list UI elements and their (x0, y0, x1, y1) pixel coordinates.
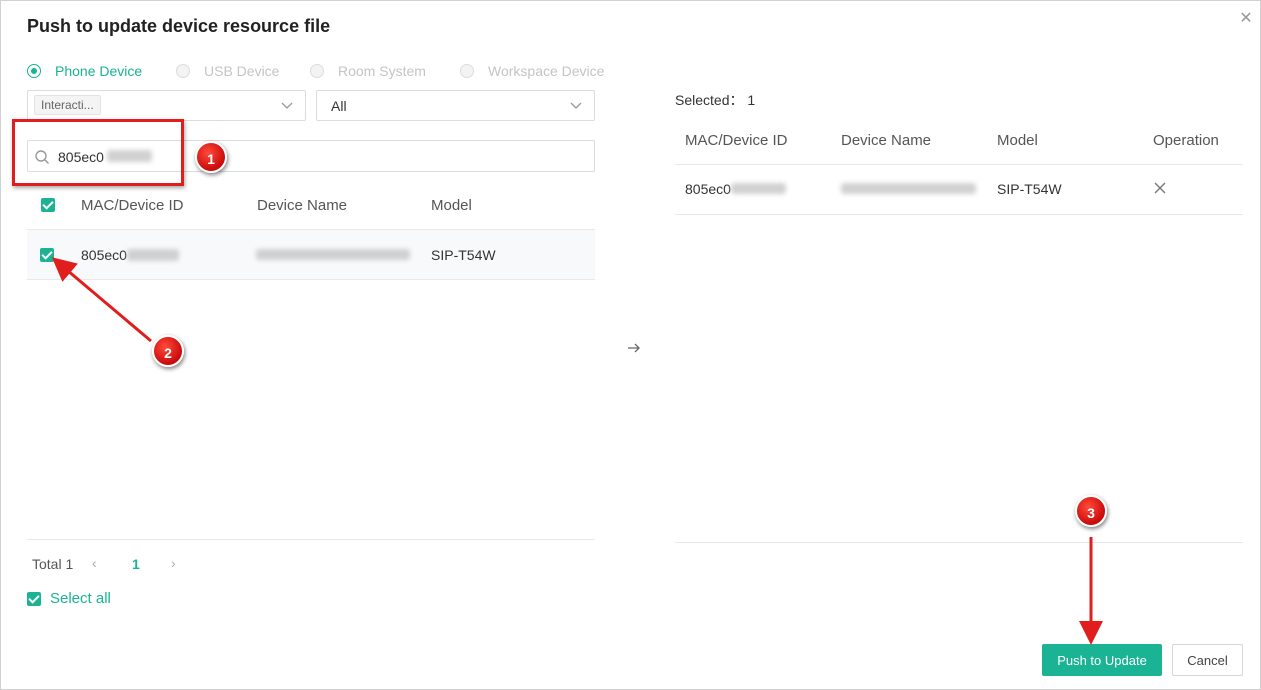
step-badge-3: 3 (1075, 495, 1107, 527)
row-checkbox[interactable] (40, 248, 54, 262)
radio-label: USB Device (204, 63, 280, 79)
push-to-update-button[interactable]: Push to Update (1042, 644, 1162, 676)
divider (675, 214, 1243, 215)
row-model: SIP-T54W (431, 247, 496, 263)
radio-label: Workspace Device (488, 63, 605, 79)
highlight-box-search (12, 119, 184, 186)
chevron-down-icon (281, 102, 293, 109)
col-device-name: Device Name (257, 197, 348, 214)
radio-workspace-device[interactable]: Workspace Device (460, 62, 604, 80)
page-number[interactable]: 1 (132, 556, 140, 572)
model-select-value: All (331, 98, 347, 114)
redacted-mask (127, 249, 179, 261)
header-checkbox[interactable] (41, 198, 55, 212)
selected-row-mac: 805ec0 (685, 181, 731, 197)
col-model: Model (431, 197, 472, 214)
cancel-button[interactable]: Cancel (1172, 644, 1243, 676)
radio-room-system[interactable]: Room System (310, 62, 426, 80)
group-tag: Interacti... (34, 95, 101, 115)
redacted-device-name (256, 249, 410, 260)
selected-count: Selected： 1 (675, 92, 756, 108)
radio-dot-icon (176, 64, 190, 78)
col-mac: MAC/Device ID (685, 132, 788, 149)
step-badge-1: 1 (195, 141, 227, 173)
radio-dot-icon (460, 64, 474, 78)
arrow-right-icon[interactable] (626, 340, 642, 356)
chevron-down-icon (570, 102, 582, 109)
select-all-label[interactable]: Select all (50, 590, 111, 607)
next-page-icon[interactable]: › (171, 555, 176, 571)
push-update-dialog: Push to update device resource file ✕ Ph… (0, 0, 1261, 690)
col-mac: MAC/Device ID (81, 197, 184, 214)
group-select[interactable]: Interacti... (27, 90, 306, 121)
radio-phone-device[interactable]: Phone Device (27, 62, 142, 80)
col-device-name: Device Name (841, 132, 932, 149)
divider (27, 539, 595, 540)
redacted-device-name (841, 183, 976, 194)
divider (27, 279, 595, 280)
selected-row-model: SIP-T54W (997, 181, 1062, 197)
radio-dot-icon (27, 64, 41, 78)
remove-icon[interactable] (1152, 180, 1168, 196)
select-all-checkbox[interactable] (27, 592, 41, 606)
row-mac: 805ec0 (81, 247, 127, 263)
divider (675, 164, 1243, 165)
col-operation: Operation (1153, 132, 1219, 149)
redacted-mask (731, 183, 786, 194)
divider (675, 542, 1243, 543)
model-select[interactable]: All (316, 90, 595, 121)
close-icon[interactable]: ✕ (1238, 11, 1254, 27)
step-badge-2: 2 (152, 335, 184, 367)
radio-label: Room System (338, 63, 426, 79)
col-model: Model (997, 132, 1038, 149)
radio-label: Phone Device (55, 63, 143, 79)
pagination-total: Total 1 (32, 556, 74, 572)
radio-dot-icon (310, 64, 324, 78)
dialog-title: Push to update device resource file (27, 16, 331, 36)
radio-usb-device[interactable]: USB Device (176, 62, 279, 80)
prev-page-icon[interactable]: ‹ (92, 555, 97, 571)
